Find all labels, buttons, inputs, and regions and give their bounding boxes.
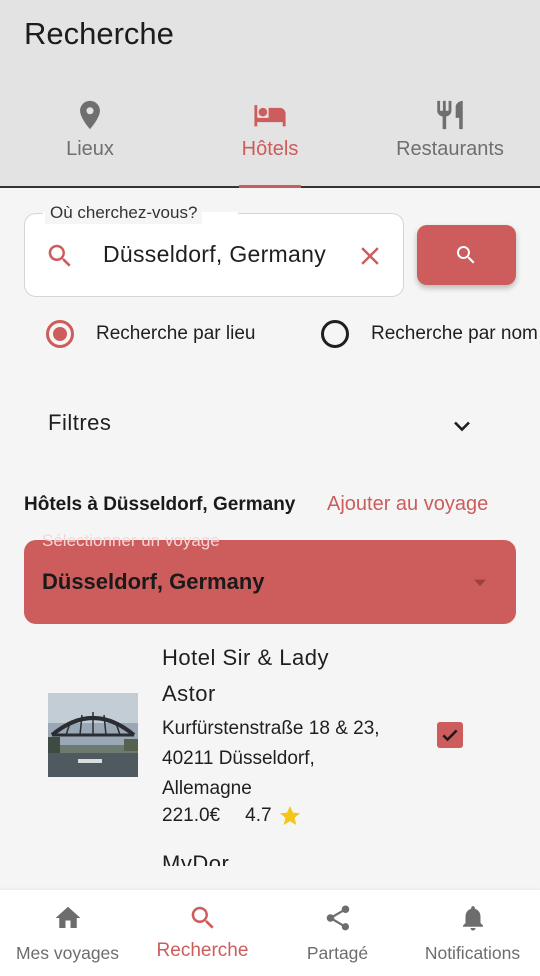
trip-select-label: Sélectionner un voyage bbox=[42, 531, 220, 550]
search-icon bbox=[456, 246, 475, 264]
checkmark-icon bbox=[442, 729, 458, 742]
location-pin-icon bbox=[80, 100, 100, 130]
search-icon bbox=[48, 244, 71, 267]
share-icon bbox=[326, 905, 349, 931]
chevron-down-icon bbox=[454, 421, 470, 432]
bell-icon bbox=[462, 906, 483, 931]
nav-search[interactable]: Recherche bbox=[135, 890, 270, 976]
hotel-name: MyDor bbox=[162, 851, 230, 866]
hotel-price: 221.0€ bbox=[162, 805, 221, 826]
radio-label: Recherche par lieu bbox=[96, 323, 256, 344]
list-item[interactable]: Hotel Sir & Lady Astor Kurfürstenstraße … bbox=[0, 636, 540, 846]
radio-search-by-name[interactable]: Recherche par nom bbox=[321, 316, 538, 352]
bottom-navigation: Mes voyages Recherche Partagé Notificati… bbox=[0, 890, 540, 976]
nav-label: Mes voyages bbox=[15, 943, 120, 963]
category-tabs: Lieux Hôtels Restaurants bbox=[0, 92, 540, 188]
page-title: Recherche bbox=[24, 16, 174, 51]
radio-search-by-place[interactable]: Recherche par lieu bbox=[46, 316, 255, 352]
tab-label: Hôtels bbox=[241, 138, 299, 160]
nav-label: Notifications bbox=[424, 943, 521, 963]
star-icon bbox=[279, 806, 300, 825]
tab-label: Lieux bbox=[66, 138, 114, 160]
search-field-label: Où cherchez-vous? bbox=[45, 202, 203, 224]
hotel-photo bbox=[48, 693, 138, 777]
hotel-rating: 4.7 bbox=[245, 804, 301, 828]
bed-icon bbox=[254, 105, 286, 127]
results-title: Hôtels à Düsseldorf, Germany bbox=[24, 494, 296, 515]
trip-select-dropdown[interactable]: Sélectionner un voyage Düsseldorf, Germa… bbox=[24, 531, 516, 624]
radio-button[interactable] bbox=[46, 320, 74, 348]
hotel-address: Kurfürstenstraße 18 & 23, 40211 Düsseldo… bbox=[162, 718, 380, 799]
hotel-list[interactable]: Hotel Sir & Lady Astor Kurfürstenstraße … bbox=[0, 636, 540, 866]
list-item[interactable]: MyDor bbox=[0, 846, 540, 866]
tab-places[interactable]: Lieux bbox=[0, 92, 180, 188]
dropdown-arrow-icon bbox=[474, 579, 486, 587]
nav-notifications[interactable]: Notifications bbox=[405, 890, 540, 976]
tab-restaurants[interactable]: Restaurants bbox=[360, 92, 540, 188]
active-tab-indicator bbox=[239, 185, 301, 188]
location-search-field[interactable]: Où cherchez-vous? bbox=[24, 202, 404, 297]
radio-button[interactable] bbox=[321, 320, 349, 348]
nav-shared[interactable]: Partagé bbox=[270, 890, 405, 976]
filters-expander[interactable]: Filtres bbox=[24, 400, 516, 448]
add-to-trip-link[interactable]: Ajouter au voyage bbox=[327, 493, 488, 516]
search-input[interactable] bbox=[103, 241, 335, 268]
search-button[interactable] bbox=[417, 225, 516, 285]
radio-label: Recherche par nom bbox=[371, 323, 538, 344]
hotel-select-checkbox[interactable] bbox=[437, 722, 463, 748]
nav-label: Recherche bbox=[156, 940, 249, 961]
nav-my-trips[interactable]: Mes voyages bbox=[0, 890, 135, 976]
close-icon[interactable] bbox=[355, 241, 385, 271]
hotel-rating-value: 4.7 bbox=[245, 805, 272, 826]
tab-label: Restaurants bbox=[396, 138, 504, 160]
fork-knife-icon bbox=[437, 100, 463, 130]
trip-select-value: Düsseldorf, Germany bbox=[42, 569, 265, 594]
home-icon bbox=[55, 906, 80, 928]
nav-label: Partagé bbox=[306, 943, 369, 963]
filters-label: Filtres bbox=[48, 410, 112, 435]
tab-hotels[interactable]: Hôtels bbox=[180, 92, 360, 188]
hotel-name: Hotel Sir & Lady Astor bbox=[162, 645, 329, 706]
hotel-meta: 221.0€ 4.7 bbox=[162, 804, 302, 828]
app-bar: Recherche Lieux Hôtels Restaurants bbox=[0, 0, 540, 188]
search-icon bbox=[191, 906, 214, 929]
